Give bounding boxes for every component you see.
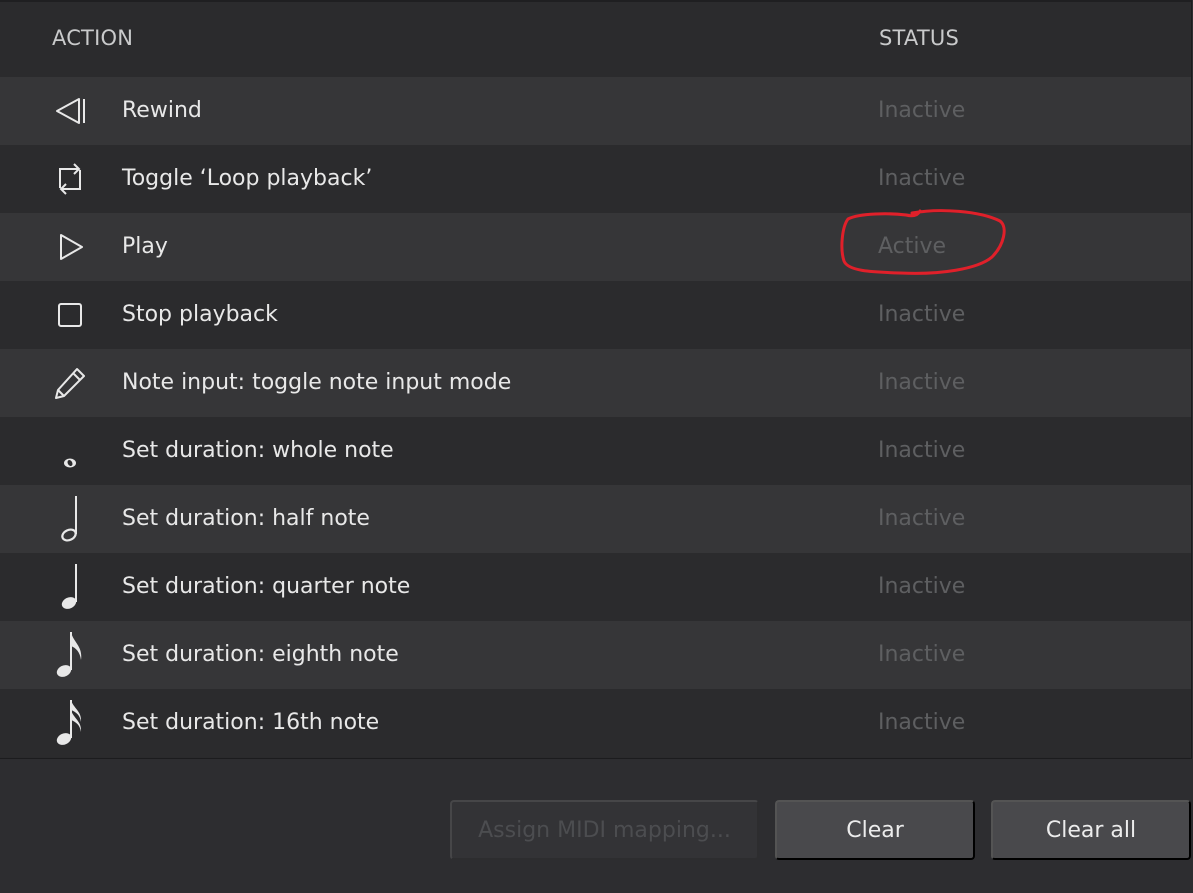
column-header-action[interactable]: ACTION [52, 26, 133, 50]
half-note-icon [48, 496, 92, 542]
row-status: Inactive [878, 574, 966, 599]
loop-icon [48, 157, 92, 201]
table-row[interactable]: Note input: toggle note input mode Inact… [0, 349, 1191, 417]
row-action-label: Set duration: 16th note [122, 710, 380, 735]
table-row[interactable]: Toggle ‘Loop playback’ Inactive [0, 145, 1191, 213]
midi-mappings-panel: ACTION STATUS Rewind Inactive Toggle ‘Lo… [0, 0, 1193, 893]
row-action-label: Toggle ‘Loop playback’ [122, 166, 373, 191]
row-action-label: Note input: toggle note input mode [122, 370, 512, 395]
quarter-note-icon [48, 564, 92, 609]
row-status: Inactive [878, 506, 966, 531]
table-row[interactable]: Stop playback Inactive [0, 281, 1191, 349]
row-action-label: Set duration: quarter note [122, 574, 411, 599]
sixteenth-note-icon [48, 700, 92, 745]
row-action-label: Rewind [122, 98, 202, 123]
row-status: Active [878, 234, 947, 259]
play-icon [48, 225, 92, 269]
row-status: Inactive [878, 370, 966, 395]
row-action-label: Play [122, 234, 168, 259]
eighth-note-icon [48, 632, 92, 677]
table-header: ACTION STATUS [0, 2, 1191, 77]
row-status: Inactive [878, 438, 966, 463]
table-row[interactable]: Play Active [0, 213, 1191, 281]
row-action-label: Set duration: half note [122, 506, 370, 531]
row-status: Inactive [878, 166, 966, 191]
pencil-icon [48, 361, 92, 405]
mappings-table: ACTION STATUS Rewind Inactive Toggle ‘Lo… [0, 0, 1192, 759]
table-row[interactable]: Set duration: quarter note Inactive [0, 553, 1191, 621]
stop-icon [48, 293, 92, 337]
row-status: Inactive [878, 98, 966, 123]
row-status: Inactive [878, 642, 966, 667]
row-status: Inactive [878, 302, 966, 327]
assign-midi-mapping-button[interactable]: Assign MIDI mapping... [450, 800, 759, 860]
clear-button[interactable]: Clear [775, 800, 975, 860]
row-action-label: Set duration: eighth note [122, 642, 399, 667]
rewind-icon [48, 89, 92, 133]
clear-all-button[interactable]: Clear all [991, 800, 1191, 860]
table-row[interactable]: Set duration: eighth note Inactive [0, 621, 1191, 689]
column-header-status[interactable]: STATUS [879, 26, 959, 50]
table-row[interactable]: Set duration: half note Inactive [0, 485, 1191, 553]
row-status: Inactive [878, 710, 966, 735]
row-action-label: Set duration: whole note [122, 438, 394, 463]
whole-note-icon [48, 429, 92, 473]
table-row[interactable]: Set duration: 16th note Inactive [0, 689, 1191, 757]
row-action-label: Stop playback [122, 302, 278, 327]
table-row[interactable]: Rewind Inactive [0, 77, 1191, 145]
table-row[interactable]: Set duration: whole note Inactive [0, 417, 1191, 485]
